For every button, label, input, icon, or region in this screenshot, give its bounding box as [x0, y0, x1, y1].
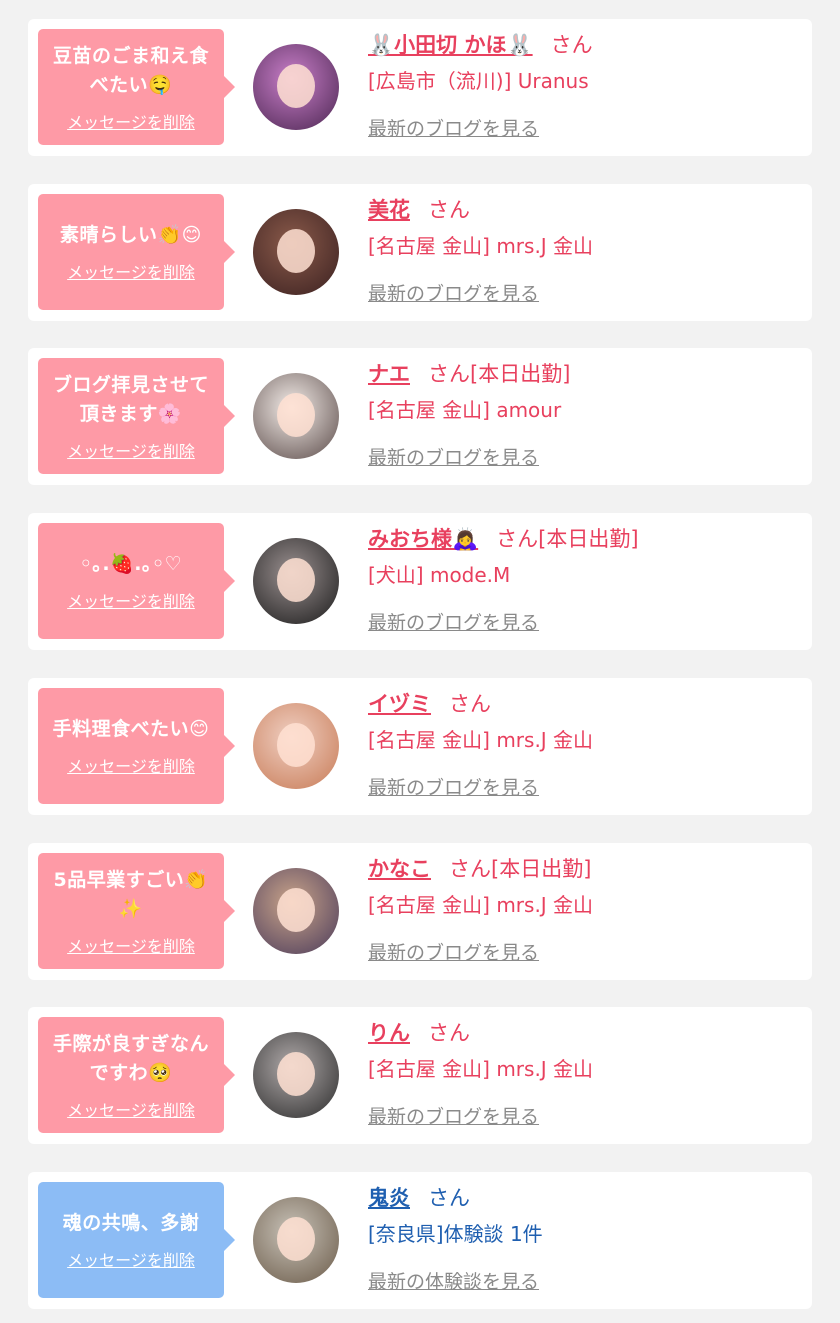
message-card: 手料理食べたい😊 メッセージを削除 イヅミ さん [名古屋 金山] mrs.J 金…	[28, 678, 812, 815]
message-card: ブログ拝見させて頂きます🌸 メッセージを削除 ナエ さん[本日出勤] [名古屋 金…	[28, 348, 812, 485]
message-card: 5品早業すごい👏✨ メッセージを削除 かなこ さん[本日出勤] [名古屋 金山] …	[28, 843, 812, 980]
message-card: 豆苗のごま和え食べたい🤤 メッセージを削除 🐰小田切 かほ🐰 さん [広島市（流川…	[28, 19, 812, 156]
sender-name-link[interactable]: 🐰小田切 かほ🐰	[368, 33, 533, 57]
shop-label: [犬山] mode.M	[368, 563, 511, 587]
name-row: りん さん	[368, 1017, 802, 1049]
latest-blog-link[interactable]: 最新のブログを見る	[368, 443, 539, 470]
delete-message-link[interactable]: メッセージを削除	[67, 1247, 195, 1271]
name-row: 🐰小田切 かほ🐰 さん	[368, 29, 802, 61]
avatar[interactable]	[253, 1197, 339, 1283]
name-suffix: さん	[428, 198, 470, 222]
delete-message-link[interactable]: メッセージを削除	[67, 933, 195, 957]
avatar-face	[277, 558, 315, 602]
latest-blog-link[interactable]: 最新のブログを見る	[368, 608, 539, 635]
shop-label: [名古屋 金山] mrs.J 金山	[368, 234, 594, 258]
name-row: 鬼炎 さん	[368, 1182, 802, 1214]
message-bubble: 手料理食べたい😊 メッセージを削除	[38, 688, 235, 804]
delete-message-link[interactable]: メッセージを削除	[67, 438, 195, 462]
sender-info: イヅミ さん [名古屋 金山] mrs.J 金山 最新のブログを見る	[368, 688, 802, 800]
message-text: 素晴らしい👏😊	[60, 224, 202, 246]
sender-name-link[interactable]: みおち様🙇‍♀️	[368, 527, 478, 551]
latest-blog-link[interactable]: 最新のブログを見る	[368, 114, 539, 141]
name-suffix: さん[本日出勤]	[428, 362, 571, 386]
shop-label: [名古屋 金山] amour	[368, 398, 562, 422]
avatar[interactable]	[253, 703, 339, 789]
shop-label: [広島市（流川)] Uranus	[368, 69, 589, 93]
sender-info: ナエ さん[本日出勤] [名古屋 金山] amour 最新のブログを見る	[368, 358, 802, 470]
message-text: 手料理食べたい😊	[52, 718, 210, 740]
shop-label: [名古屋 金山] mrs.J 金山	[368, 728, 594, 752]
avatar-face	[277, 229, 315, 273]
latest-blog-link[interactable]: 最新のブログを見る	[368, 773, 539, 800]
name-row: ナエ さん[本日出勤]	[368, 358, 802, 390]
message-bubble: 5品早業すごい👏✨ メッセージを削除	[38, 853, 235, 969]
latest-blog-link[interactable]: 最新のブログを見る	[368, 1102, 539, 1129]
message-bubble: ◦｡.🍓.｡◦♡ メッセージを削除	[38, 523, 235, 639]
avatar[interactable]	[253, 538, 339, 624]
sender-info: りん さん [名古屋 金山] mrs.J 金山 最新のブログを見る	[368, 1017, 802, 1129]
shop-label: [奈良県]体験談 1件	[368, 1222, 543, 1246]
avatar-face	[277, 888, 315, 932]
name-row: みおち様🙇‍♀️ さん[本日出勤]	[368, 523, 802, 555]
latest-blog-link[interactable]: 最新のブログを見る	[368, 279, 539, 306]
avatar[interactable]	[253, 44, 339, 130]
sender-info: 🐰小田切 かほ🐰 さん [広島市（流川)] Uranus 最新のブログを見る	[368, 29, 802, 141]
message-bubble: 手際が良すぎなんですわ🥺 メッセージを削除	[38, 1017, 235, 1133]
message-card: 素晴らしい👏😊 メッセージを削除 美花 さん [名古屋 金山] mrs.J 金山 …	[28, 184, 812, 321]
name-suffix: さん[本日出勤]	[496, 527, 639, 551]
message-bubble: 魂の共鳴、多謝 メッセージを削除	[38, 1182, 235, 1298]
sender-name-link[interactable]: 鬼炎	[368, 1186, 410, 1210]
sender-name-link[interactable]: イヅミ	[368, 692, 431, 716]
message-card: 手際が良すぎなんですわ🥺 メッセージを削除 りん さん [名古屋 金山] mrs.…	[28, 1007, 812, 1144]
message-bubble: 素晴らしい👏😊 メッセージを削除	[38, 194, 235, 310]
message-text: 手際が良すぎなんですわ🥺	[52, 1032, 209, 1084]
avatar-face	[277, 1052, 315, 1096]
shop-label: [名古屋 金山] mrs.J 金山	[368, 893, 594, 917]
delete-message-link[interactable]: メッセージを削除	[67, 1097, 195, 1121]
avatar[interactable]	[253, 373, 339, 459]
avatar-face	[277, 64, 315, 108]
message-text: ブログ拝見させて頂きます🌸	[52, 373, 209, 425]
name-suffix: さん	[550, 33, 593, 57]
message-bubble: ブログ拝見させて頂きます🌸 メッセージを削除	[38, 358, 235, 474]
name-row: イヅミ さん	[368, 688, 802, 720]
message-text: ◦｡.🍓.｡◦♡	[79, 553, 183, 575]
message-text: 魂の共鳴、多謝	[62, 1212, 200, 1234]
avatar-face	[277, 723, 315, 767]
avatar[interactable]	[253, 209, 339, 295]
message-card: ◦｡.🍓.｡◦♡ メッセージを削除 みおち様🙇‍♀️ さん[本日出勤] [犬山] …	[28, 513, 812, 650]
message-card: 魂の共鳴、多謝 メッセージを削除 鬼炎 さん [奈良県]体験談 1件 最新の体験談…	[28, 1172, 812, 1309]
latest-blog-link[interactable]: 最新の体験談を見る	[368, 1267, 539, 1294]
delete-message-link[interactable]: メッセージを削除	[67, 259, 195, 283]
avatar[interactable]	[253, 868, 339, 954]
sender-name-link[interactable]: りん	[368, 1021, 410, 1045]
name-row: かなこ さん[本日出勤]	[368, 853, 802, 885]
name-suffix: さん[本日出勤]	[449, 857, 592, 881]
sender-info: かなこ さん[本日出勤] [名古屋 金山] mrs.J 金山 最新のブログを見る	[368, 853, 802, 965]
sender-info: みおち様🙇‍♀️ さん[本日出勤] [犬山] mode.M 最新のブログを見る	[368, 523, 802, 635]
avatar[interactable]	[253, 1032, 339, 1118]
delete-message-link[interactable]: メッセージを削除	[67, 753, 195, 777]
delete-message-link[interactable]: メッセージを削除	[67, 109, 195, 133]
name-suffix: さん	[449, 692, 491, 716]
message-text: 5品早業すごい👏✨	[53, 868, 209, 920]
message-text: 豆苗のごま和え食べたい🤤	[52, 44, 209, 96]
name-suffix: さん	[428, 1186, 470, 1210]
latest-blog-link[interactable]: 最新のブログを見る	[368, 938, 539, 965]
message-bubble: 豆苗のごま和え食べたい🤤 メッセージを削除	[38, 29, 235, 145]
sender-name-link[interactable]: かなこ	[368, 857, 431, 881]
sender-info: 鬼炎 さん [奈良県]体験談 1件 最新の体験談を見る	[368, 1182, 802, 1294]
sender-name-link[interactable]: 美花	[368, 198, 410, 222]
name-row: 美花 さん	[368, 194, 802, 226]
shop-label: [名古屋 金山] mrs.J 金山	[368, 1057, 594, 1081]
name-suffix: さん	[428, 1021, 470, 1045]
delete-message-link[interactable]: メッセージを削除	[67, 588, 195, 612]
avatar-face	[277, 393, 315, 437]
sender-name-link[interactable]: ナエ	[368, 362, 410, 386]
sender-info: 美花 さん [名古屋 金山] mrs.J 金山 最新のブログを見る	[368, 194, 802, 306]
avatar-face	[277, 1217, 315, 1261]
